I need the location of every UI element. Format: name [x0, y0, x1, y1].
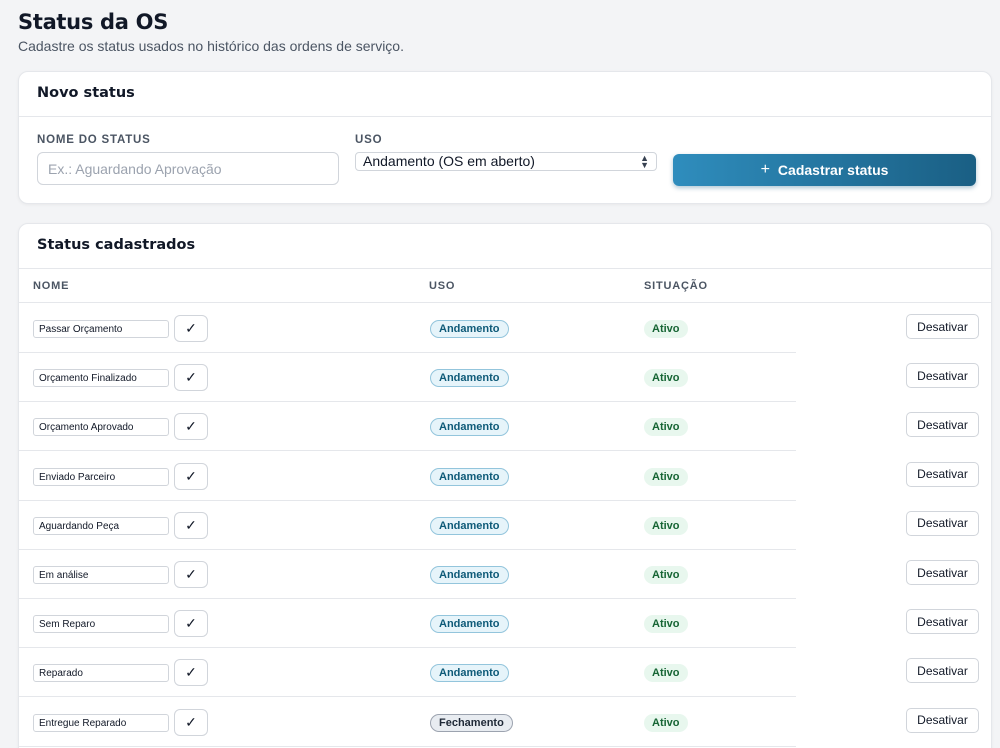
situation-badge: Ativo [644, 467, 688, 486]
usage-badge: Andamento [430, 664, 509, 683]
select-arrows-icon: ▲ ▼ [640, 152, 649, 170]
status-name-field[interactable]: Entregue Reparado [33, 713, 169, 732]
usage-badge: Andamento [430, 320, 509, 338]
status-name-field[interactable]: Reparado [33, 664, 169, 683]
status-name-field[interactable]: Orçamento Finalizado [33, 369, 169, 388]
save-name-button[interactable]: ✓ [174, 561, 208, 588]
name-label: NOME DO STATUS [37, 134, 151, 146]
situation-badge: Ativo [644, 664, 688, 683]
table-row: Aguardando Peça ✓ Andamento Ativo Desativar [19, 501, 991, 550]
save-name-button[interactable]: ✓ [174, 315, 208, 342]
table-row: Reparado ✓ Andamento Ativo Desativar [19, 648, 991, 698]
status-name-field[interactable]: Passar Orçamento [33, 320, 169, 338]
register-status-button[interactable]: + Cadastrar status [673, 154, 976, 186]
usage-badge: Andamento [430, 566, 509, 584]
table-row: Entregue Reparado ✓ Fechamento Ativo Desativ… [19, 698, 991, 747]
usage-badge: Andamento [430, 369, 509, 388]
deactivate-button[interactable]: Desativar [906, 658, 979, 684]
table-row: Enviado Parceiro ✓ Andamento Ativo Desativar [19, 452, 991, 501]
check-icon: ✓ [185, 369, 197, 386]
table-row: Orçamento Finalizado ✓ Andamento Ativo Desat… [19, 353, 991, 403]
deactivate-button[interactable]: Desativar [906, 510, 979, 536]
status-name-input[interactable] [37, 152, 339, 185]
usage-badge: Andamento [430, 516, 509, 535]
check-icon: ✓ [185, 467, 197, 484]
check-icon: ✓ [185, 320, 197, 336]
usage-select-value: Andamento (OS em aberto) [363, 153, 535, 169]
deactivate-button[interactable]: Desativar [906, 560, 979, 585]
page-title: Status da OS [18, 10, 169, 34]
deactivate-button[interactable]: Desativar [906, 363, 979, 389]
column-usage: USO [429, 280, 456, 292]
table-row: Em análise ✓ Andamento Ativo Desativar [19, 550, 991, 599]
usage-label: USO [355, 134, 383, 146]
row-divider [19, 745, 796, 747]
save-name-button[interactable]: ✓ [174, 462, 208, 490]
situation-badge: Ativo [644, 516, 688, 535]
check-icon: ✓ [185, 516, 197, 533]
usage-select[interactable]: Andamento (OS em aberto) ▲ ▼ [355, 152, 657, 171]
situation-badge: Ativo [644, 320, 688, 338]
plus-icon: + [760, 161, 770, 178]
status-list-card: Status cadastrados NOME USO SITUAÇÃO Pas… [18, 223, 992, 748]
check-icon: ✓ [185, 566, 197, 582]
table-row: Sem Reparo ✓ Andamento Ativo Desativar [19, 599, 991, 649]
situation-badge: Ativo [644, 418, 688, 437]
table-row: Passar Orçamento ✓ Andamento Ativo Desativar [19, 304, 991, 353]
page-subtitle: Cadastre os status usados no histórico d… [18, 38, 404, 54]
save-name-button[interactable]: ✓ [174, 364, 208, 392]
situation-badge: Ativo [644, 615, 688, 634]
situation-badge: Ativo [644, 566, 688, 584]
column-situation: SITUAÇÃO [644, 280, 708, 292]
usage-badge: Fechamento [430, 713, 513, 732]
deactivate-button[interactable]: Desativar [906, 609, 979, 635]
situation-badge: Ativo [644, 713, 688, 732]
table-header: NOME USO SITUAÇÃO [19, 269, 991, 303]
usage-badge: Andamento [430, 418, 509, 437]
column-name: NOME [33, 280, 70, 292]
check-icon: ✓ [185, 418, 197, 435]
table-row: Orçamento Aprovado ✓ Andamento Ativo Desativ… [19, 402, 991, 452]
status-name-field[interactable]: Aguardando Peça [33, 516, 169, 535]
check-icon: ✓ [185, 664, 197, 681]
register-status-label: Cadastrar status [777, 162, 889, 178]
status-name-field[interactable]: Orçamento Aprovado [33, 418, 169, 437]
situation-badge: Ativo [644, 369, 688, 388]
save-name-button[interactable]: ✓ [174, 413, 208, 441]
deactivate-button[interactable]: Desativar [906, 314, 979, 339]
save-name-button[interactable]: ✓ [174, 610, 208, 638]
status-name-field[interactable]: Enviado Parceiro [33, 467, 169, 486]
new-status-card: Novo status NOME DO STATUS USO Andamento… [18, 71, 992, 204]
new-status-header: Novo status [19, 72, 991, 117]
check-icon: ✓ [185, 615, 197, 632]
usage-badge: Andamento [430, 467, 509, 486]
save-name-button[interactable]: ✓ [174, 511, 208, 539]
deactivate-button[interactable]: Desativar [906, 461, 979, 487]
deactivate-button[interactable]: Desativar [906, 412, 979, 438]
check-icon: ✓ [185, 713, 197, 730]
status-name-field[interactable]: Sem Reparo [33, 615, 169, 634]
status-list-header: Status cadastrados [19, 224, 991, 269]
save-name-button[interactable]: ✓ [174, 708, 208, 736]
save-name-button[interactable]: ✓ [174, 659, 208, 687]
deactivate-button[interactable]: Desativar [906, 707, 979, 733]
usage-badge: Andamento [430, 615, 509, 634]
status-name-field[interactable]: Em análise [33, 566, 169, 584]
